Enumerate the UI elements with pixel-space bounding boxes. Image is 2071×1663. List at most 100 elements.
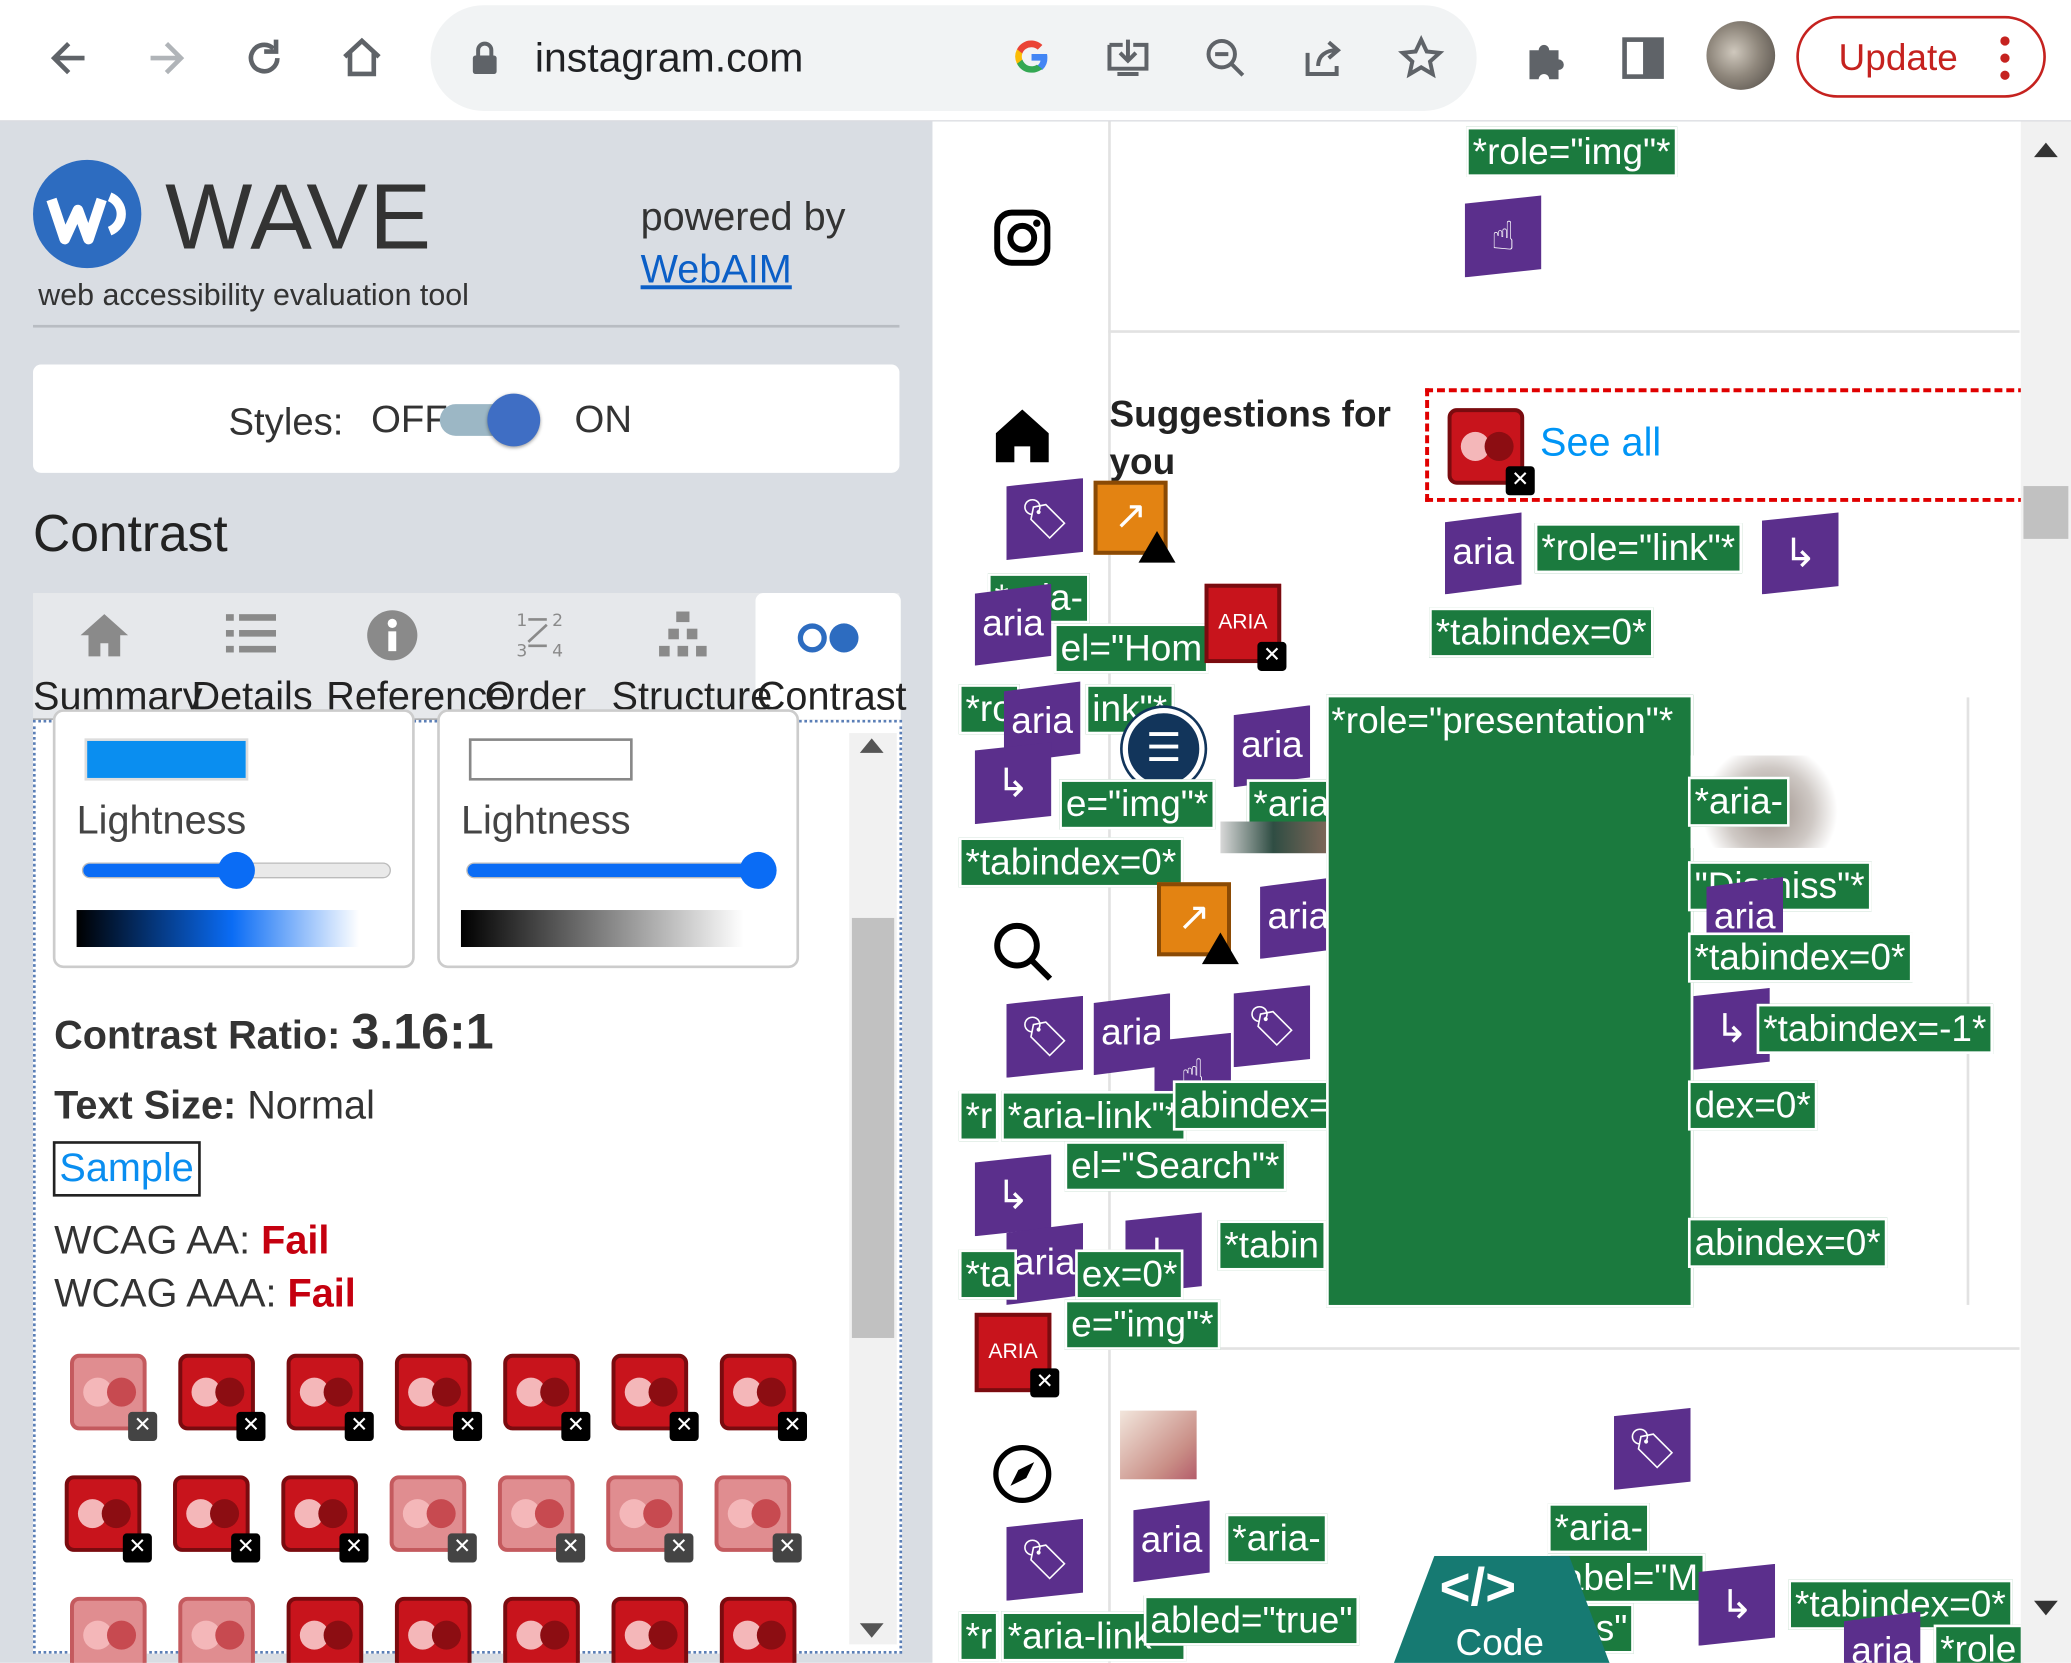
styles-toggle[interactable]	[439, 393, 541, 447]
address-bar[interactable]: instagram.com	[430, 5, 1477, 111]
contrast-error-icon[interactable]: ✕	[611, 1353, 699, 1441]
tab-summary[interactable]: Summary	[33, 593, 203, 720]
sidebar-divider	[1108, 121, 1111, 1663]
contrast-error-icon[interactable]: ✕	[178, 1353, 266, 1441]
wave-tag-icon[interactable]: 🏷	[1233, 985, 1311, 1068]
scroll-down-icon[interactable]	[859, 1623, 884, 1638]
lock-icon[interactable]	[470, 40, 499, 84]
webaim-link[interactable]: WebAIM	[641, 248, 792, 293]
contrast-error-icon[interactable]: ✕	[497, 1475, 586, 1563]
contrast-error-icon[interactable]: ✕	[394, 1353, 483, 1441]
scroll-up-icon[interactable]	[859, 738, 884, 753]
contrast-error-icon[interactable]	[286, 1596, 366, 1663]
story-divider	[1108, 330, 2020, 333]
wave-tabindex-label: *tabindex=0*	[1687, 932, 1912, 983]
google-icon[interactable]	[1009, 34, 1054, 86]
extensions-icon[interactable]	[1516, 29, 1574, 87]
explore-compass-icon[interactable]	[991, 1442, 1054, 1505]
side-panel-icon[interactable]	[1614, 29, 1672, 87]
contrast-error-icon[interactable]: ✕	[389, 1475, 477, 1563]
contrast-error-icon[interactable]	[719, 1596, 799, 1663]
update-button[interactable]: Update	[1796, 15, 2046, 98]
scroll-up-icon[interactable]	[2034, 142, 2058, 158]
background-lightness-label: Lightness	[460, 799, 631, 843]
powered-by-text: powered by	[640, 195, 846, 240]
foreground-lightness-slider[interactable]	[81, 851, 391, 889]
toggle-knob[interactable]	[487, 393, 541, 447]
background-lightness-slider[interactable]	[466, 851, 778, 889]
scroll-thumb[interactable]	[851, 917, 895, 1338]
tab-order[interactable]: 1234 Order	[485, 593, 617, 720]
install-icon[interactable]	[1104, 34, 1152, 88]
panel-scrollbar[interactable]	[849, 733, 897, 1645]
wave-title: WAVE	[165, 165, 433, 269]
wave-aria-icon[interactable]: aria	[1444, 512, 1522, 595]
wave-error-icon[interactable]: ✕	[1447, 408, 1535, 496]
back-icon[interactable]	[40, 29, 98, 87]
menu-dots-icon[interactable]	[1997, 34, 2013, 91]
search-icon[interactable]	[991, 919, 1054, 982]
contrast-error-icon[interactable]: ✕	[64, 1475, 152, 1563]
tab-structure[interactable]: Structure	[612, 593, 772, 720]
contrast-error-icon[interactable]: ✕	[70, 1353, 158, 1441]
profile-avatar[interactable]	[1706, 21, 1776, 90]
wave-tag-icon[interactable]: 🏷	[1614, 1407, 1691, 1490]
contrast-error-icon[interactable]: ✕	[714, 1475, 802, 1563]
see-all-link[interactable]: See all	[1540, 421, 1661, 466]
foreground-swatch[interactable]	[84, 738, 249, 781]
contrast-error-icon[interactable]: ✕	[503, 1353, 591, 1441]
wave-tag-icon[interactable]: 🏷	[1006, 995, 1084, 1078]
see-all-link-box[interactable]: ✕ See all	[1425, 388, 2027, 502]
wave-role-label: *role	[1933, 1624, 2023, 1663]
wave-tab-arrow-icon[interactable]: ↳	[1698, 1563, 1776, 1646]
forward-icon[interactable]	[137, 29, 195, 87]
wave-list-structure-icon[interactable]: ☰	[1122, 707, 1205, 790]
wcag-aa-label: WCAG AA:	[54, 1219, 251, 1263]
divider	[33, 324, 900, 328]
contrast-error-icon[interactable]: ✕	[719, 1353, 808, 1441]
contrast-error-icon[interactable]	[394, 1596, 474, 1663]
page-scrollbar[interactable]	[2020, 121, 2071, 1663]
contrast-error-icon[interactable]	[178, 1596, 257, 1663]
reload-icon[interactable]	[235, 29, 293, 87]
wave-tab-arrow-icon[interactable]: ↳	[1761, 512, 1839, 595]
contrast-error-icon[interactable]	[70, 1596, 149, 1663]
wave-tab-arrow-icon[interactable]: ↳	[974, 742, 1052, 825]
wave-aria-icon[interactable]: aria	[1233, 705, 1311, 788]
contrast-error-icon[interactable]	[611, 1596, 691, 1663]
contrast-error-icon[interactable]	[503, 1596, 582, 1663]
background-swatch[interactable]	[468, 738, 633, 781]
contrast-error-icon[interactable]: ✕	[281, 1475, 369, 1563]
wave-tag-icon[interactable]: 🏷	[1006, 478, 1084, 561]
wave-tab-arrow-icon[interactable]: ↳	[974, 1154, 1052, 1237]
tab-details[interactable]: Details	[192, 593, 337, 720]
home-icon[interactable]	[991, 404, 1054, 467]
wave-aria-icon[interactable]: aria	[1133, 1500, 1210, 1583]
zoom-out-icon[interactable]	[1202, 34, 1250, 88]
slider-knob[interactable]	[740, 851, 778, 889]
suggestions-heading: Suggestions for you	[1109, 393, 1391, 483]
wave-tag-icon[interactable]: 🏷	[1006, 1518, 1084, 1601]
contrast-error-icon[interactable]: ✕	[606, 1475, 694, 1563]
url-text[interactable]: instagram.com	[535, 34, 804, 82]
alert-triangle-icon	[1138, 530, 1176, 563]
scroll-thumb[interactable]	[2023, 486, 2069, 539]
share-icon[interactable]	[1300, 34, 1348, 88]
background-card: Lightness	[437, 709, 800, 969]
slider-knob[interactable]	[217, 851, 255, 889]
tab-contrast[interactable]: Contrast	[757, 593, 915, 720]
tab-reference[interactable]: Reference	[326, 593, 509, 720]
wcag-aaa: WCAG AAA: Fail	[54, 1272, 356, 1317]
wave-aria-icon[interactable]: aria	[974, 583, 1052, 666]
wave-touch-icon[interactable]: ☝	[1464, 195, 1542, 278]
home-icon[interactable]	[333, 29, 391, 87]
contrast-error-icon[interactable]: ✕	[286, 1353, 374, 1441]
wave-aria-icon[interactable]: aria	[1006, 1223, 1084, 1305]
wave-tabindex-label: *tabindex=0*	[1429, 607, 1654, 658]
structure-icon	[659, 611, 707, 657]
instagram-logo-icon[interactable]	[991, 206, 1054, 269]
scroll-down-icon[interactable]	[2034, 1600, 2058, 1616]
bookmark-star-icon[interactable]	[1397, 34, 1445, 88]
wave-tabs: Summary Details Reference 1234 Order Str…	[33, 593, 907, 720]
contrast-error-icon[interactable]: ✕	[173, 1475, 261, 1563]
